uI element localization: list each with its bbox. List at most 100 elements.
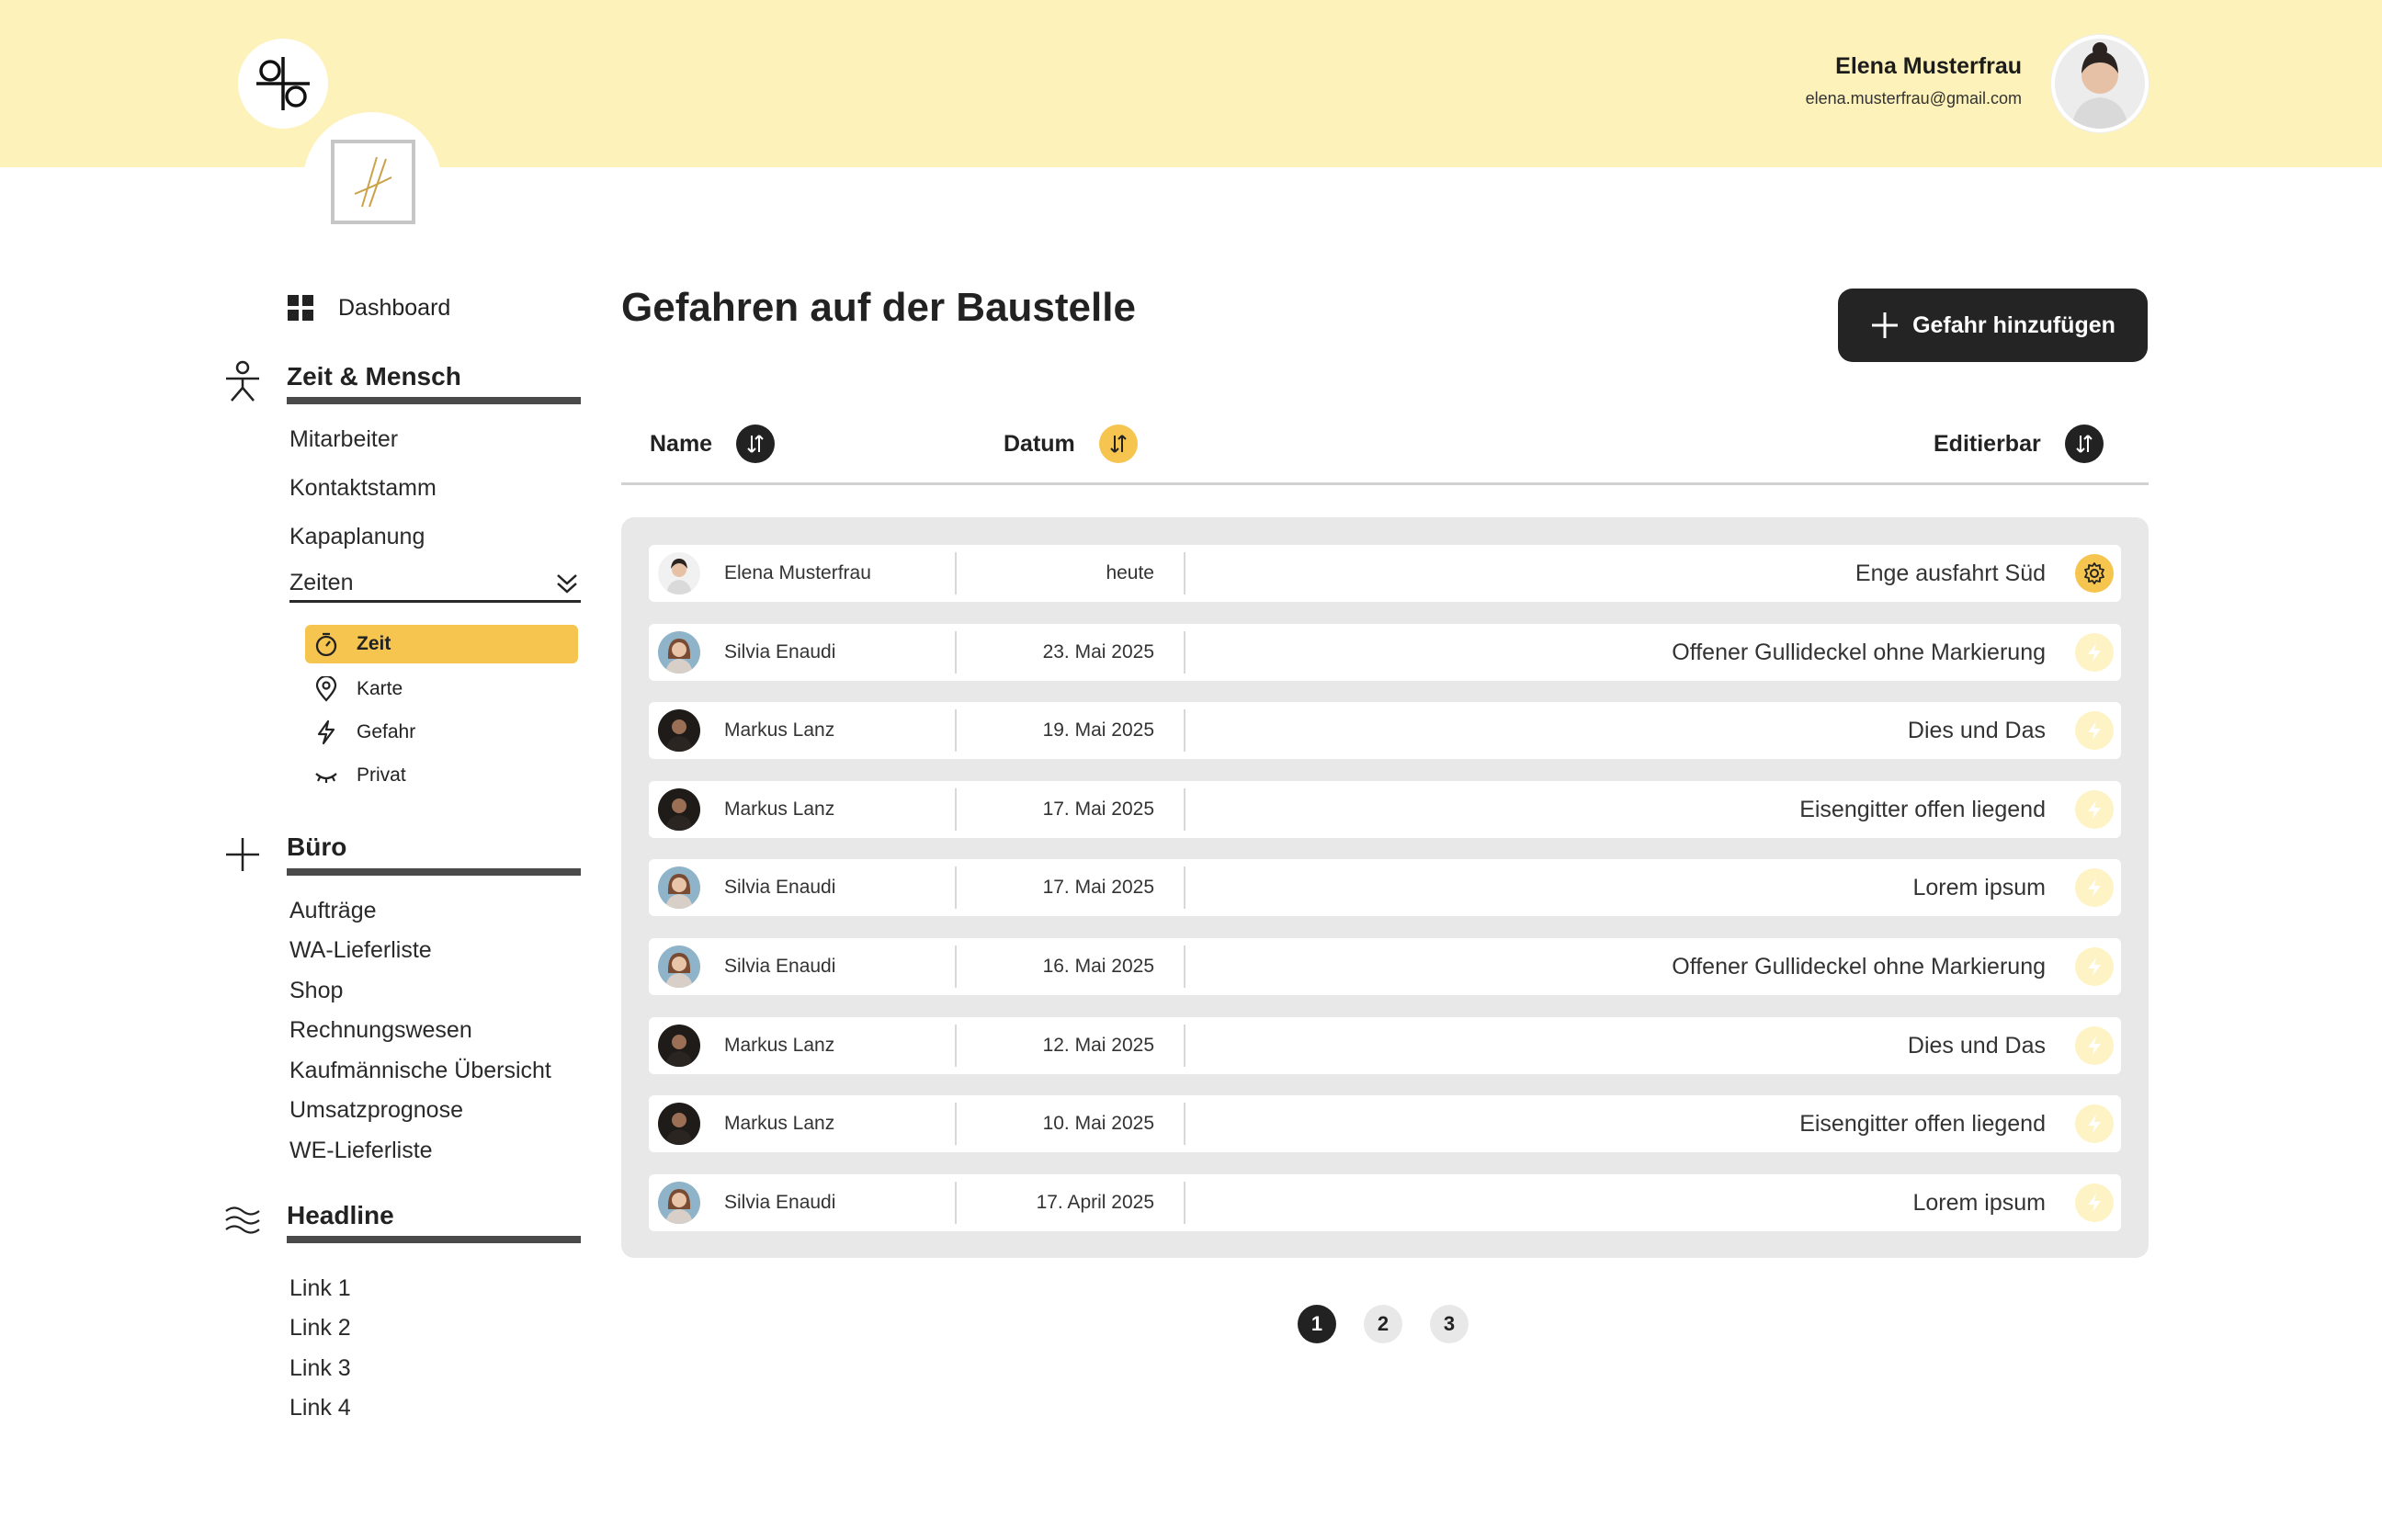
avatar-photo-icon — [658, 1103, 700, 1146]
table-row[interactable]: Silvia Enaudi 17. April 2025 Lorem ipsum — [649, 1173, 2121, 1231]
row-date: 17. April 2025 — [1036, 1191, 1154, 1213]
row-date: 12. Mai 2025 — [1042, 1034, 1154, 1056]
lightning-icon — [2088, 1036, 2101, 1055]
page-button-3[interactable]: 3 — [1430, 1305, 1469, 1343]
sidebar-item-umsatzprognose[interactable]: Umsatzprognose — [289, 1097, 463, 1124]
waves-icon — [225, 1206, 260, 1234]
column-header-editable[interactable]: Editierbar — [1934, 425, 2104, 463]
table-row[interactable]: Elena Musterfrau heute Enge ausfahrt Süd — [649, 545, 2121, 602]
sidebar-dropdown-zeiten[interactable]: Zeiten — [289, 570, 581, 603]
sort-button-name[interactable] — [736, 425, 776, 463]
avatar-photo-icon — [658, 709, 700, 753]
row-action-button[interactable] — [2075, 868, 2114, 908]
table-row[interactable]: Markus Lanz 19. Mai 2025 Dies und Das — [649, 702, 2121, 760]
row-name: Silvia Enaudi — [724, 877, 836, 899]
page-button-2[interactable]: 2 — [1364, 1305, 1402, 1343]
row-action-button[interactable] — [2075, 1104, 2114, 1144]
row-avatar — [658, 1103, 700, 1146]
table-row[interactable]: Markus Lanz 12. Mai 2025 Dies und Das — [649, 1016, 2121, 1074]
column-divider — [1184, 946, 1185, 988]
sidebar-subitem-zeit[interactable]: Zeit — [314, 626, 391, 662]
sidebar-item-auftraege[interactable]: Aufträge — [289, 898, 377, 924]
row-description: Offener Gullideckel ohne Markierung — [1672, 639, 2046, 665]
row-description: Dies und Das — [1907, 718, 2046, 744]
row-name: Markus Lanz — [724, 798, 835, 820]
sort-arrows-icon — [1110, 435, 1127, 453]
avatar-photo-icon — [2055, 39, 2145, 129]
column-divider — [1184, 787, 1185, 831]
subitem-label: Zeit — [357, 633, 391, 654]
column-divider — [955, 866, 957, 910]
row-avatar — [658, 552, 700, 594]
avatar-photo-icon — [658, 1181, 700, 1224]
table-row[interactable]: Silvia Enaudi 17. Mai 2025 Lorem ipsum — [649, 859, 2121, 917]
user-avatar[interactable] — [2051, 35, 2149, 132]
sidebar-item-rechnungswesen[interactable]: Rechnungswesen — [289, 1017, 472, 1044]
nav-dashboard[interactable]: Dashboard — [287, 294, 450, 322]
sidebar-item-link-2[interactable]: Link 2 — [289, 1315, 351, 1342]
row-description: Eisengitter offen liegend — [1799, 1111, 2046, 1138]
row-description: Lorem ipsum — [1912, 1189, 2047, 1216]
sidebar-item-we-lieferliste[interactable]: WE-Lieferliste — [289, 1138, 433, 1164]
table-row[interactable]: Markus Lanz 10. Mai 2025 Eisengitter offen… — [649, 1095, 2121, 1153]
sidebar-item-kaufmaennische-uebersicht[interactable]: Kaufmännische Übersicht — [289, 1058, 551, 1084]
add-hazard-button[interactable]: Gefahr hinzufügen — [1838, 289, 2148, 362]
sidebar-subitem-gefahr[interactable]: Gefahr — [314, 714, 415, 751]
row-avatar — [658, 1181, 700, 1224]
row-description: Lorem ipsum — [1912, 875, 2047, 901]
sort-button-editable[interactable] — [2064, 425, 2104, 463]
row-date: 19. Mai 2025 — [1042, 719, 1154, 742]
row-avatar — [658, 1024, 700, 1067]
row-date: heute — [1106, 562, 1154, 583]
column-header-name[interactable]: Name — [650, 425, 776, 463]
row-date: 10. Mai 2025 — [1042, 1113, 1154, 1135]
sidebar-item-link-1[interactable]: Link 1 — [289, 1275, 351, 1302]
sidebar-item-wa-lieferliste[interactable]: WA-Lieferliste — [289, 937, 432, 964]
sidebar-item-kontaktstamm[interactable]: Kontaktstamm — [289, 475, 437, 502]
row-action-button[interactable] — [2075, 1183, 2114, 1222]
table-row[interactable]: Silvia Enaudi 16. Mai 2025 Offener Gullide… — [649, 938, 2121, 995]
row-action-button[interactable] — [2075, 554, 2114, 593]
sidebar-item-mitarbeiter[interactable]: Mitarbeiter — [289, 426, 398, 453]
table-header: Name Datum Editierbar — [621, 412, 2149, 485]
column-divider — [955, 709, 957, 753]
column-divider — [955, 787, 957, 831]
app-logo[interactable] — [238, 39, 328, 129]
avatar-photo-icon — [658, 552, 700, 594]
sidebar-subitem-privat[interactable]: Privat — [314, 757, 406, 794]
sidebar-item-link-3[interactable]: Link 3 — [289, 1355, 351, 1382]
row-action-button[interactable] — [2075, 711, 2114, 751]
row-date: 23. Mai 2025 — [1042, 640, 1154, 662]
table-row[interactable]: Markus Lanz 17. Mai 2025 Eisengitter offen… — [649, 780, 2121, 838]
sidebar-item-kapaplanung[interactable]: Kapaplanung — [289, 524, 425, 550]
column-label: Datum — [1004, 430, 1075, 457]
brand-logo — [331, 140, 415, 224]
column-divider — [1184, 866, 1185, 910]
sidebar-item-link-4[interactable]: Link 4 — [289, 1395, 351, 1421]
sidebar-subitem-karte[interactable]: Karte — [314, 671, 403, 708]
row-action-button[interactable] — [2075, 789, 2114, 829]
column-divider — [955, 552, 957, 594]
page-button-1[interactable]: 1 — [1298, 1305, 1336, 1343]
row-name: Silvia Enaudi — [724, 956, 836, 977]
section-divider — [287, 1236, 581, 1243]
row-avatar — [658, 866, 700, 910]
page-title: Gefahren auf der Baustelle — [621, 285, 1136, 330]
row-action-button[interactable] — [2075, 1025, 2114, 1065]
sort-arrows-icon — [747, 435, 764, 453]
plus-icon — [1872, 312, 1899, 338]
sort-button-date[interactable] — [1098, 425, 1138, 463]
lightning-icon — [2088, 1115, 2101, 1134]
row-avatar — [658, 787, 700, 831]
column-header-date[interactable]: Datum — [1004, 425, 1138, 463]
column-divider — [955, 1103, 957, 1146]
sidebar-item-shop[interactable]: Shop — [289, 978, 343, 1004]
nav-dashboard-label: Dashboard — [338, 294, 451, 321]
row-avatar — [658, 709, 700, 753]
closed-eye-icon — [315, 773, 337, 783]
row-action-button[interactable] — [2075, 947, 2114, 986]
row-name: Silvia Enaudi — [724, 640, 836, 662]
row-action-button[interactable] — [2075, 632, 2114, 672]
table-row[interactable]: Silvia Enaudi 23. Mai 2025 Offener Gullide… — [649, 623, 2121, 681]
row-date: 17. Mai 2025 — [1042, 877, 1154, 899]
